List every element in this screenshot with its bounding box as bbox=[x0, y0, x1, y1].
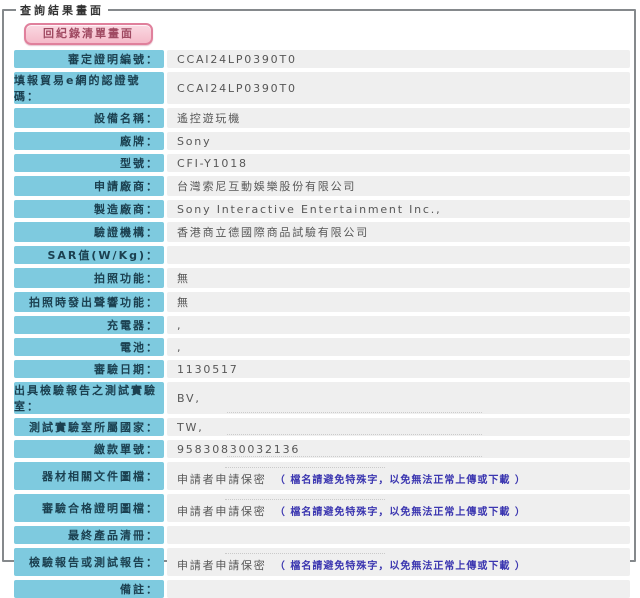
table-row: 審定證明編號： CCAI24LP0390T0 bbox=[14, 50, 630, 68]
row-label: 審定證明編號： bbox=[14, 50, 164, 68]
row-value bbox=[167, 246, 630, 264]
row-value-text: BV, bbox=[177, 392, 201, 405]
table-row: 充電器： , bbox=[14, 316, 630, 334]
redacted-blur-marks bbox=[227, 456, 482, 457]
row-value: , bbox=[167, 338, 630, 356]
row-value-text: 遙控遊玩機 bbox=[177, 112, 241, 125]
row-label: 備註： bbox=[14, 580, 164, 598]
table-row: 器材相關文件圖檔： 申請者申請保密 （ 檔名請避免特殊字，以免無法正常上傳或下載… bbox=[14, 462, 630, 490]
row-value-text: 95830830032136 bbox=[177, 443, 300, 456]
row-label: 拍照功能： bbox=[14, 268, 164, 288]
table-row: 拍照功能： 無 bbox=[14, 268, 630, 288]
row-value-text: Sony Interactive Entertainment Inc., bbox=[177, 203, 441, 216]
table-row: 最終產品清冊： bbox=[14, 526, 630, 544]
row-label: 填報貿易e網的認證號碼： bbox=[14, 72, 164, 104]
table-row: 電池： , bbox=[14, 338, 630, 356]
row-value bbox=[167, 526, 630, 544]
row-label: 設備名稱： bbox=[14, 108, 164, 128]
row-value: 台灣索尼互動娛樂股份有限公司 bbox=[167, 176, 630, 196]
row-label: 審驗日期： bbox=[14, 360, 164, 378]
row-value: Sony bbox=[167, 132, 630, 150]
back-to-record-list-button[interactable]: 回紀錄清單畫面 bbox=[24, 23, 153, 45]
table-row: 型號： CFI-Y1018 bbox=[14, 154, 630, 172]
row-label: 器材相關文件圖檔： bbox=[14, 462, 164, 490]
row-label: 製造廠商： bbox=[14, 200, 164, 218]
row-label: 檢驗報告或測試報告： bbox=[14, 548, 164, 576]
table-row: 廠牌： Sony bbox=[14, 132, 630, 150]
table-row: 驗證機構： 香港商立德國際商品試驗有限公司 bbox=[14, 222, 630, 242]
row-label: 出具檢驗報告之測試實驗室： bbox=[14, 382, 164, 414]
table-row: 出具檢驗報告之測試實驗室： BV, bbox=[14, 382, 630, 414]
redacted-blur-marks bbox=[177, 497, 626, 503]
row-value-text: 無 bbox=[177, 272, 190, 285]
table-row: 審驗日期： 1130517 bbox=[14, 360, 630, 378]
row-label: 申請廠商： bbox=[14, 176, 164, 196]
row-value: 香港商立德國際商品試驗有限公司 bbox=[167, 222, 630, 242]
row-label: 審驗合格證明圖檔： bbox=[14, 494, 164, 522]
redacted-blur-marks bbox=[227, 434, 482, 435]
row-value: CCAI24LP0390T0 bbox=[167, 50, 630, 68]
row-value-text: Sony bbox=[177, 135, 211, 148]
row-value-text: TW, bbox=[177, 421, 204, 434]
row-value-text: CCAI24LP0390T0 bbox=[177, 53, 297, 66]
table-row: 檢驗報告或測試報告： 申請者申請保密 （ 檔名請避免特殊字，以免無法正常上傳或下… bbox=[14, 548, 630, 576]
row-value: 無 bbox=[167, 292, 630, 312]
query-result-panel: 查詢結果畫面 回紀錄清單畫面 審定證明編號： CCAI24LP0390T0 填報… bbox=[2, 2, 636, 562]
row-value: 申請者申請保密 （ 檔名請避免特殊字，以免無法正常上傳或下載 ） bbox=[167, 548, 630, 576]
row-value-text: 申請者申請保密 bbox=[177, 505, 267, 518]
row-value-text: 申請者申請保密 bbox=[177, 473, 267, 486]
row-value-text: 1130517 bbox=[177, 363, 239, 376]
row-value: 1130517 bbox=[167, 360, 630, 378]
row-label: 繳款單號： bbox=[14, 440, 164, 458]
row-value: Sony Interactive Entertainment Inc., bbox=[167, 200, 630, 218]
secrecy-note: （ 檔名請避免特殊字，以免無法正常上傳或下載 ） bbox=[275, 561, 526, 572]
row-value: , bbox=[167, 316, 630, 334]
row-label: 廠牌： bbox=[14, 132, 164, 150]
row-value: CFI-Y1018 bbox=[167, 154, 630, 172]
row-label: 驗證機構： bbox=[14, 222, 164, 242]
row-value-text: 無 bbox=[177, 296, 190, 309]
table-row: 審驗合格證明圖檔： 申請者申請保密 （ 檔名請避免特殊字，以免無法正常上傳或下載… bbox=[14, 494, 630, 522]
row-value: 申請者申請保密 （ 檔名請避免特殊字，以免無法正常上傳或下載 ） bbox=[167, 462, 630, 490]
table-row: 備註： bbox=[14, 580, 630, 598]
table-row: 繳款單號： 95830830032136 bbox=[14, 440, 630, 458]
table-row: 製造廠商： Sony Interactive Entertainment Inc… bbox=[14, 200, 630, 218]
table-row: 申請廠商： 台灣索尼互動娛樂股份有限公司 bbox=[14, 176, 630, 196]
table-row: SAR值(W/Kg)： bbox=[14, 246, 630, 264]
row-value: CCAI24LP0390T0 bbox=[167, 72, 630, 104]
secrecy-note: （ 檔名請避免特殊字，以免無法正常上傳或下載 ） bbox=[275, 507, 526, 518]
panel-title: 查詢結果畫面 bbox=[16, 2, 108, 18]
row-label: 充電器： bbox=[14, 316, 164, 334]
row-value-text: CCAI24LP0390T0 bbox=[177, 82, 297, 95]
row-value: 無 bbox=[167, 268, 630, 288]
row-value bbox=[167, 580, 630, 598]
redacted-blur-marks bbox=[177, 551, 626, 557]
secrecy-note: （ 檔名請避免特殊字，以免無法正常上傳或下載 ） bbox=[275, 475, 526, 486]
row-value: 申請者申請保密 （ 檔名請避免特殊字，以免無法正常上傳或下載 ） bbox=[167, 494, 630, 522]
row-value: 遙控遊玩機 bbox=[167, 108, 630, 128]
redacted-blur-marks bbox=[177, 465, 626, 471]
row-value-text: , bbox=[177, 341, 182, 354]
result-table: 審定證明編號： CCAI24LP0390T0 填報貿易e網的認證號碼： CCAI… bbox=[14, 50, 630, 598]
row-value: BV, bbox=[167, 382, 630, 414]
row-label: 電池： bbox=[14, 338, 164, 356]
row-value-text: 香港商立德國際商品試驗有限公司 bbox=[177, 226, 369, 239]
table-row: 拍照時發出聲響功能： 無 bbox=[14, 292, 630, 312]
table-row: 測試實驗室所屬國家： TW, bbox=[14, 418, 630, 436]
row-value: 95830830032136 bbox=[167, 440, 630, 458]
row-label: 拍照時發出聲響功能： bbox=[14, 292, 164, 312]
row-label: 型號： bbox=[14, 154, 164, 172]
table-row: 填報貿易e網的認證號碼： CCAI24LP0390T0 bbox=[14, 72, 630, 104]
row-label: 測試實驗室所屬國家： bbox=[14, 418, 164, 436]
row-label: SAR值(W/Kg)： bbox=[14, 246, 164, 264]
redacted-blur-marks bbox=[227, 412, 482, 413]
table-row: 設備名稱： 遙控遊玩機 bbox=[14, 108, 630, 128]
row-value-text: , bbox=[177, 319, 182, 332]
row-value: TW, bbox=[167, 418, 630, 436]
row-value-text: 台灣索尼互動娛樂股份有限公司 bbox=[177, 180, 356, 193]
row-value-text: CFI-Y1018 bbox=[177, 157, 248, 170]
row-label: 最終產品清冊： bbox=[14, 526, 164, 544]
